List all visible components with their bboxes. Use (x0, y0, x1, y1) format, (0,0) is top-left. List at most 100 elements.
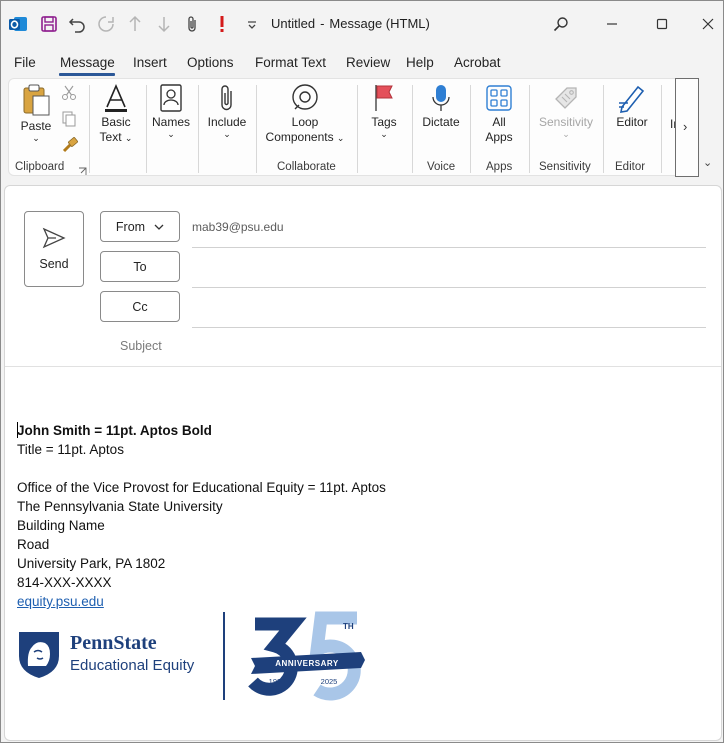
high-importance-icon[interactable] (211, 13, 233, 35)
chevron-right-icon: › (683, 119, 688, 134)
save-icon[interactable] (38, 13, 60, 35)
signature-city: University Park, PA 1802 (17, 556, 166, 571)
group-label-voice: Voice (427, 161, 456, 173)
previous-item-icon[interactable] (124, 13, 146, 35)
signature-logos: PennState Educational Equity TH ANNIVERS… (17, 608, 377, 704)
from-label: From (115, 219, 146, 234)
loop-label-line2: Components (265, 130, 334, 144)
ribbon-more-button[interactable]: › (675, 78, 699, 177)
to-label: To (133, 259, 147, 274)
signature-road: Road (17, 537, 50, 552)
dialog-launcher-icon[interactable] (78, 163, 87, 175)
tab-format-text[interactable]: Format Text (255, 55, 326, 70)
active-tab-indicator (59, 73, 115, 76)
all-apps-button[interactable]: All Apps (475, 83, 523, 145)
paste-icon (23, 84, 50, 116)
group-separator (603, 85, 604, 173)
title-bar: Untitled - Message (HTML) (1, 1, 723, 47)
address-book-icon (160, 84, 182, 112)
maximize-icon[interactable] (649, 13, 675, 35)
apps-grid-icon (486, 85, 512, 111)
cc-input[interactable] (192, 327, 706, 328)
next-item-icon[interactable] (153, 13, 175, 35)
group-label-clipboard: Clipboard (15, 161, 65, 173)
group-label-apps: Apps (486, 161, 513, 173)
search-icon[interactable] (549, 13, 573, 35)
send-label: Send (39, 257, 69, 271)
group-label-sensitivity: Sensitivity (539, 161, 591, 173)
cc-button[interactable]: Cc (100, 291, 180, 322)
editor-button[interactable]: Editor (609, 83, 655, 130)
chevron-down-icon: ⌄ (167, 129, 175, 139)
header-divider (5, 366, 721, 367)
outlook-message-window: Untitled - Message (HTML) File Message Ins… (0, 0, 724, 743)
message-body[interactable]: John Smith = 11pt. Aptos Bold Title = 11… (17, 421, 386, 611)
subject-input[interactable]: Subject (120, 339, 162, 353)
tab-insert[interactable]: Insert (133, 55, 167, 70)
chevron-down-icon: ⌄ (380, 129, 388, 139)
signature-website-link[interactable]: equity.psu.edu (17, 594, 104, 609)
send-button[interactable]: Send (24, 211, 84, 287)
loop-icon (292, 84, 318, 110)
penn-state-wordmark: PennState (70, 632, 157, 654)
to-button[interactable]: To (100, 251, 180, 282)
anniversary-th: TH (343, 622, 354, 631)
anniversary-end-year: 2025 (321, 677, 338, 686)
loop-label: Loop (291, 115, 319, 129)
chevron-down-icon: ⌄ (336, 133, 345, 143)
chevron-down-icon: ⌄ (223, 129, 231, 139)
minimize-icon[interactable] (599, 13, 625, 35)
all-apps-label: All (492, 115, 506, 129)
from-address: mab39@psu.edu (192, 220, 284, 234)
title-separator: - (320, 16, 325, 31)
tags-button[interactable]: Tags ⌄ (363, 83, 405, 139)
from-field-underline (192, 247, 706, 248)
redo-icon[interactable] (95, 13, 117, 35)
undo-icon[interactable] (66, 13, 88, 35)
paste-button[interactable]: Paste ⌄ (13, 83, 59, 143)
signature-title-line: Title = 11pt. Aptos (17, 442, 124, 457)
loop-components-button[interactable]: Loop Components ⌄ (263, 83, 347, 145)
from-button[interactable]: From (100, 211, 180, 242)
ribbon: Paste ⌄ Clipboard Basic Text ⌄ Names ⌄ I… (8, 78, 698, 176)
chevron-down-icon: ⌄ (124, 133, 133, 143)
ribbon-collapse-icon[interactable]: ⌄ (703, 156, 712, 169)
dictate-label: Dictate (422, 115, 460, 129)
paste-label: Paste (20, 119, 52, 133)
include-button[interactable]: Include ⌄ (203, 83, 251, 139)
quick-access-dropdown-icon[interactable] (241, 13, 263, 35)
tab-message[interactable]: Message (60, 55, 115, 70)
sensitivity-button[interactable]: Sensitivity ⌄ (535, 83, 597, 139)
tab-review[interactable]: Review (346, 55, 390, 70)
copy-icon[interactable] (61, 111, 77, 132)
names-button[interactable]: Names ⌄ (149, 83, 193, 139)
tags-label: Tags (371, 115, 397, 129)
format-painter-icon[interactable] (61, 137, 79, 158)
cut-icon[interactable] (61, 85, 77, 106)
signature-divider (223, 612, 225, 700)
close-icon[interactable] (695, 13, 721, 35)
group-separator (146, 85, 147, 173)
group-label-editor: Editor (615, 161, 646, 173)
basic-text-label: Basic (101, 115, 131, 129)
basic-text-label-line2: Text (99, 130, 122, 144)
outlook-logo-icon[interactable] (7, 13, 29, 35)
tab-options[interactable]: Options (187, 55, 234, 70)
to-input[interactable] (192, 287, 706, 288)
sensitivity-label: Sensitivity (538, 115, 594, 129)
tab-acrobat[interactable]: Acrobat (454, 55, 501, 70)
tab-file[interactable]: File (14, 55, 36, 70)
include-label: Include (207, 115, 247, 129)
basic-text-button[interactable]: Basic Text ⌄ (93, 83, 139, 145)
attach-icon[interactable] (181, 13, 203, 35)
chevron-down-icon: ⌄ (32, 133, 40, 143)
sensitivity-tag-icon (555, 87, 577, 109)
compose-pane: Send From mab39@psu.edu To Cc Subject Jo… (4, 185, 722, 741)
all-apps-label-line2: Apps (485, 130, 513, 144)
flag-icon (375, 85, 393, 111)
tab-help[interactable]: Help (406, 55, 434, 70)
dictate-button[interactable]: Dictate (417, 83, 465, 130)
chevron-down-icon: ⌄ (562, 129, 570, 139)
anniversary-ribbon-text: ANNIVERSARY (275, 659, 339, 668)
